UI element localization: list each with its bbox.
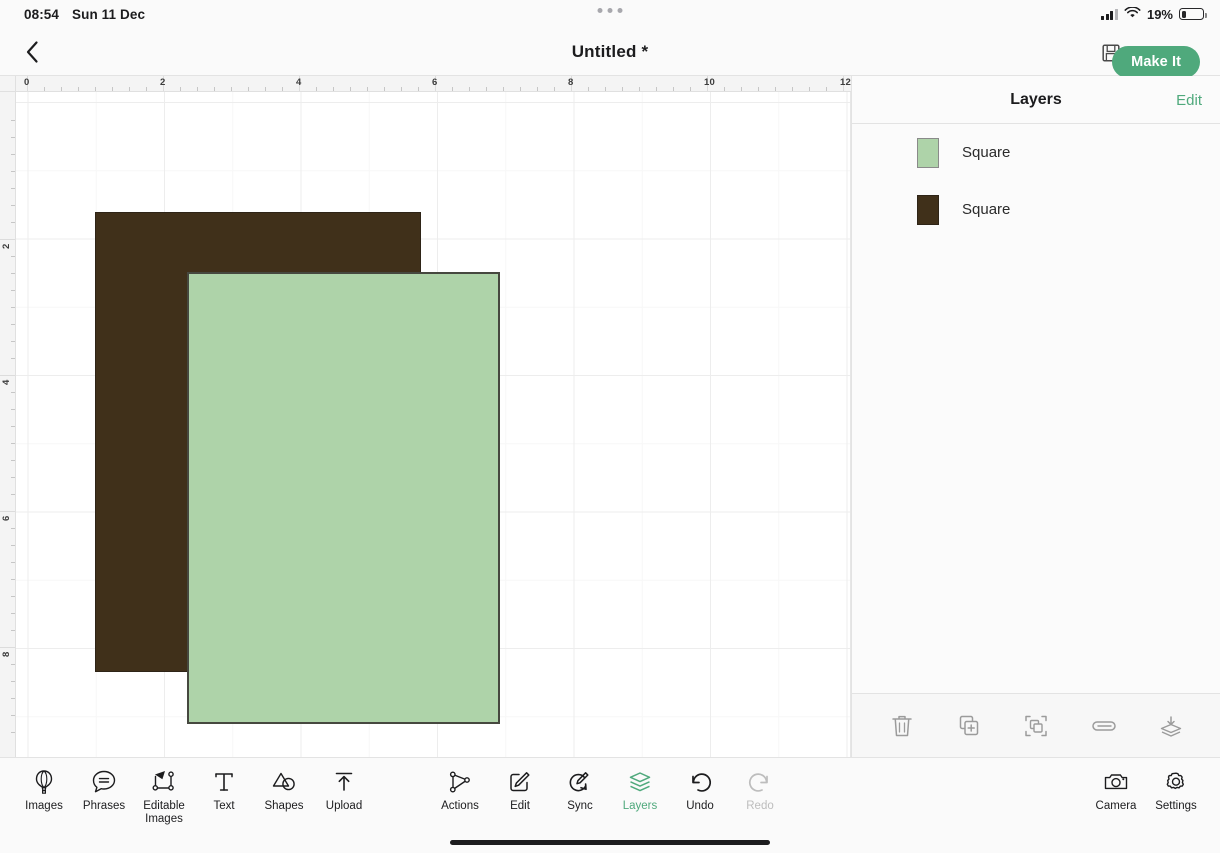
- tool-text[interactable]: Text: [194, 758, 254, 813]
- design-canvas[interactable]: 0 2 4 6 8 10 12 2 4 6 8: [0, 76, 851, 757]
- layers-action-toolbar: [852, 693, 1220, 757]
- home-indicator: [450, 840, 770, 845]
- ruler-v-label: 2: [1, 243, 12, 249]
- tool-label: Editable Images: [143, 800, 185, 825]
- tool-label: Redo: [746, 800, 774, 812]
- ruler-v-label: 6: [1, 515, 12, 521]
- shapes-icon: [270, 767, 298, 797]
- status-bar-right: 19%: [1101, 0, 1207, 28]
- edit-pencil-square-icon: [506, 767, 534, 797]
- text-t-icon: [212, 767, 236, 797]
- ruler-h-label: 12: [840, 77, 851, 88]
- layers-edit-button[interactable]: Edit: [1176, 76, 1202, 124]
- ruler-corner: [0, 76, 16, 92]
- tool-layers[interactable]: Layers: [610, 758, 670, 813]
- redo-arrow-icon: [746, 767, 774, 797]
- group-layer-button[interactable]: [1013, 703, 1059, 749]
- flatten-icon: [1161, 715, 1182, 737]
- app-header: Untitled * Make It: [0, 28, 1220, 78]
- tool-label: Upload: [325, 800, 363, 812]
- layers-panel-header: Layers Edit: [852, 76, 1220, 124]
- tool-label: Camera: [1095, 800, 1137, 812]
- status-bar: 08:54 Sun 11 Dec 19%: [0, 0, 1220, 28]
- layers-panel-title: Layers: [1010, 91, 1062, 108]
- delete-layer-button[interactable]: [879, 703, 925, 749]
- actions-nodes-icon: [446, 767, 474, 797]
- layer-name: Square: [962, 144, 1011, 161]
- battery-icon: [1179, 8, 1207, 20]
- tool-settings[interactable]: Settings: [1146, 758, 1206, 813]
- duplicate-layer-button[interactable]: [946, 703, 992, 749]
- tool-undo[interactable]: Undo: [670, 758, 730, 813]
- page-title: Untitled *: [571, 42, 649, 61]
- tool-redo[interactable]: Redo: [730, 758, 790, 813]
- upload-arrow-icon: [332, 767, 356, 797]
- undo-arrow-icon: [686, 767, 714, 797]
- editable-image-icon: [149, 767, 179, 797]
- ruler-h-label: 0: [24, 77, 30, 88]
- tool-editable-images[interactable]: Editable Images: [134, 758, 194, 826]
- ruler-h-label: 2: [160, 77, 166, 88]
- ruler-h-label: 10: [704, 77, 715, 88]
- horizontal-ruler: 0 2 4 6 8 10 12: [0, 76, 851, 92]
- cellular-signal-icon: [1101, 8, 1118, 20]
- ruler-h-label: 4: [296, 77, 302, 88]
- attach-icon: [1092, 720, 1116, 731]
- bottom-toolbar-center-group: Actions Edit Sync Layers Undo Redo: [430, 758, 790, 833]
- tool-label: Undo: [686, 800, 714, 812]
- multitasking-dots-icon[interactable]: [597, 8, 623, 13]
- tool-label: Actions: [441, 800, 479, 812]
- app-root: 08:54 Sun 11 Dec 19% Untitled * Make It …: [0, 0, 1220, 853]
- layer-color-swatch: [917, 137, 939, 168]
- status-time: 08:54: [24, 6, 60, 22]
- bottom-toolbar: Images Phrases Editable Images Text Shap…: [0, 757, 1220, 832]
- gear-icon: [1162, 767, 1190, 797]
- tool-label: Sync: [567, 800, 593, 812]
- tool-sync[interactable]: Sync: [550, 758, 610, 813]
- tool-camera[interactable]: Camera: [1086, 758, 1146, 813]
- layer-row[interactable]: Square: [852, 181, 1220, 238]
- ruler-h-label: 8: [568, 77, 574, 88]
- trash-icon: [891, 715, 912, 736]
- layers-stack-icon: [626, 767, 654, 797]
- tool-label: Text: [213, 800, 235, 812]
- tool-upload[interactable]: Upload: [314, 758, 374, 813]
- tool-label: Edit: [510, 800, 530, 812]
- flatten-layer-button[interactable]: [1148, 703, 1194, 749]
- tool-label: Shapes: [264, 800, 304, 812]
- ruler-v-label: 4: [1, 379, 12, 385]
- layers-list: Square Square: [852, 124, 1220, 693]
- wifi-icon: [1124, 5, 1141, 22]
- attach-layer-button[interactable]: [1081, 703, 1127, 749]
- speech-bubble-icon: [90, 767, 118, 797]
- tool-shapes[interactable]: Shapes: [254, 758, 314, 813]
- tool-actions[interactable]: Actions: [430, 758, 490, 813]
- layer-name: Square: [962, 201, 1011, 218]
- ruler-v-label: 8: [1, 651, 12, 657]
- tool-label: Phrases: [82, 800, 126, 812]
- tool-label: Settings: [1155, 800, 1197, 812]
- ruler-h-label: 6: [432, 77, 438, 88]
- make-it-button[interactable]: Make It: [1112, 46, 1200, 78]
- status-date: Sun 11 Dec: [72, 6, 146, 22]
- sync-pencil-icon: [566, 767, 594, 797]
- status-bar-left: 08:54 Sun 11 Dec: [24, 0, 145, 28]
- tool-images[interactable]: Images: [14, 758, 74, 813]
- bottom-toolbar-left-group: Images Phrases Editable Images Text Shap…: [14, 758, 374, 833]
- layer-color-swatch: [917, 194, 939, 225]
- tool-label: Images: [25, 800, 63, 812]
- vertical-ruler: 2 4 6 8: [0, 76, 16, 757]
- bottom-toolbar-right-group: Camera Settings: [1086, 758, 1206, 833]
- battery-percent: 19%: [1146, 6, 1173, 22]
- tool-edit[interactable]: Edit: [490, 758, 550, 813]
- layer-row[interactable]: Square: [852, 124, 1220, 181]
- group-icon: [1025, 715, 1048, 736]
- duplicate-icon: [959, 715, 979, 735]
- balloon-icon: [31, 767, 57, 797]
- canvas-shape-square-green[interactable]: [187, 272, 500, 724]
- layers-panel: Layers Edit Square Square: [851, 76, 1220, 757]
- camera-icon: [1102, 767, 1130, 797]
- tool-phrases[interactable]: Phrases: [74, 758, 134, 813]
- tool-label: Layers: [622, 800, 658, 812]
